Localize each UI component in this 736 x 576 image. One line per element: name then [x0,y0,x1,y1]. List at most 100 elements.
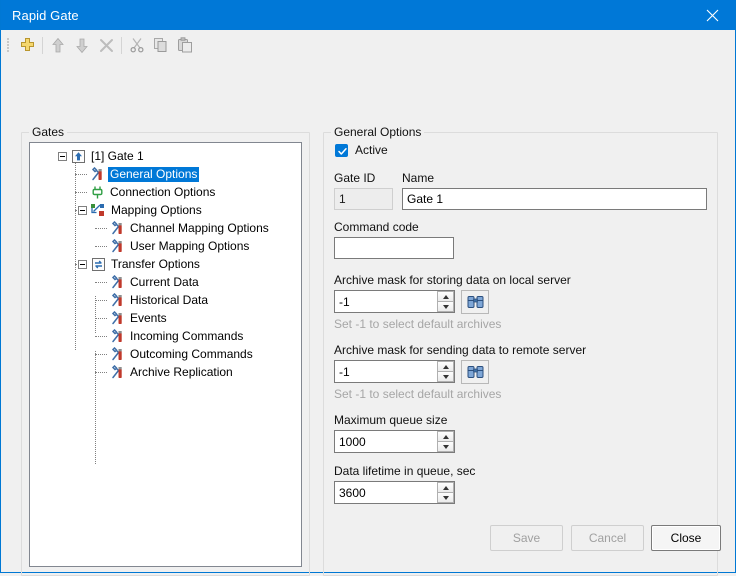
tree-expander[interactable] [56,147,69,165]
data-lifetime-spinner[interactable] [334,481,455,504]
title-bar: Rapid Gate [1,0,735,30]
spinner-up-button[interactable] [437,482,454,493]
tree-item-label: Transfer Options [111,256,200,271]
move-down-button[interactable] [70,33,94,57]
spinner-buttons [437,431,454,452]
tools-icon [108,346,126,362]
spinner-down-button[interactable] [437,493,454,503]
archive-mask-local-browse-button[interactable] [461,290,489,314]
tools-icon [108,364,126,380]
tools-icon [108,220,126,236]
close-icon [706,9,718,21]
toolbar-grip[interactable] [5,36,12,54]
arrow-down-icon [76,38,88,53]
archive-mask-remote-spinner[interactable] [334,360,455,383]
tree-item-gate-1[interactable]: [1] Gate 1 [30,147,301,165]
spinner-buttons [437,291,454,312]
transfer-arrows-icon [89,256,107,272]
tree-item-events[interactable]: Events [30,309,301,327]
tools-icon [108,238,126,254]
tree-item-label: General Options [108,166,200,182]
tree-item-mapping-options[interactable]: Mapping Options [30,201,301,219]
tree-item-current-data[interactable]: Current Data [30,273,301,291]
tree-item-label: [1] Gate 1 [91,148,144,163]
data-lifetime-label: Data lifetime in queue, sec [334,464,476,478]
dialog-body: Gates [1] Gate 1 General Options Connect… [1,59,735,576]
max-queue-size-label: Maximum queue size [334,413,448,427]
scissors-icon [130,38,144,53]
tree-item-label: Channel Mapping Options [130,220,269,235]
tree-expander[interactable] [76,255,89,273]
tree-line [75,192,87,193]
spinner-down-button[interactable] [437,372,454,382]
tree-item-label: Outcoming Commands [130,346,253,361]
archive-mask-local-spinner[interactable] [334,290,455,313]
gate-id-input[interactable] [334,188,393,210]
spinner-up-button[interactable] [437,291,454,302]
rapid-gate-window: Rapid Gate Gates [1] Gate 1 General Opti… [0,0,736,576]
tools-icon [108,274,126,290]
delete-button[interactable] [94,33,118,57]
tree-line [95,336,107,337]
tree-item-label: Historical Data [130,292,209,307]
tree-item-historical-data[interactable]: Historical Data [30,291,301,309]
tree-line [75,174,87,175]
gates-tree[interactable]: [1] Gate 1 General Options Connection Op… [29,142,302,567]
copy-button[interactable] [149,33,173,57]
plus-icon [20,37,34,51]
spinner-up-button[interactable] [437,431,454,442]
cut-button[interactable] [125,33,149,57]
tree-item-incoming-commands[interactable]: Incoming Commands [30,327,301,345]
tree-item-transfer-options[interactable]: Transfer Options [30,255,301,273]
archive-mask-local-hint: Set -1 to select default archives [334,317,502,331]
close-x-icon [99,38,113,52]
save-button[interactable]: Save [490,525,563,551]
cancel-button[interactable]: Cancel [571,525,644,551]
tree-item-outcoming-commands[interactable]: Outcoming Commands [30,345,301,363]
toolbar-separator [42,36,43,54]
save-button-label: Save [512,531,541,545]
binoculars-icon [467,365,483,378]
gate-arrow-up-icon [69,148,87,164]
paste-button[interactable] [173,33,197,57]
add-button[interactable] [15,33,39,57]
tools-icon [108,328,126,344]
spinner-down-button[interactable] [437,302,454,312]
archive-mask-remote-label: Archive mask for sending data to remote … [334,343,587,357]
copy-icon [154,38,167,52]
command-code-input[interactable] [334,237,454,259]
spinner-buttons [437,482,454,503]
tree-item-archive-replication[interactable]: Archive Replication [30,363,301,381]
spinner-buttons [437,361,454,382]
archive-mask-local-label: Archive mask for storing data on local s… [334,273,571,287]
general-options-groupbox: General Options Active Gate ID Name Comm… [323,125,718,576]
tree-item-label: User Mapping Options [130,238,250,253]
tree-item-general-options[interactable]: General Options [30,165,301,183]
archive-mask-remote-browse-button[interactable] [461,360,489,384]
gates-groupbox-legend: Gates [29,125,68,139]
tools-icon [88,166,106,182]
name-input[interactable] [402,188,707,210]
window-close-button[interactable] [689,0,735,30]
spinner-down-button[interactable] [437,442,454,452]
gates-groupbox: Gates [1] Gate 1 General Options Connect… [21,125,310,576]
active-checkbox[interactable]: Active [335,143,388,157]
command-code-label: Command code [334,220,419,234]
tree-line [95,354,107,355]
max-queue-size-spinner[interactable] [334,430,455,453]
move-up-button[interactable] [46,33,70,57]
tree-line [95,300,107,301]
tree-expander[interactable] [76,201,89,219]
paste-icon [178,37,192,53]
close-button[interactable]: Close [651,525,721,551]
spinner-up-button[interactable] [437,361,454,372]
tree-line [95,282,107,283]
arrow-up-icon [52,37,64,52]
general-options-groupbox-legend: General Options [331,125,425,139]
tree-line [95,372,107,373]
tree-item-channel-mapping-options[interactable]: Channel Mapping Options [30,219,301,237]
tree-item-label: Connection Options [110,184,216,199]
tree-item-connection-options[interactable]: Connection Options [30,183,301,201]
close-button-label: Close [670,531,702,545]
tree-item-user-mapping-options[interactable]: User Mapping Options [30,237,301,255]
